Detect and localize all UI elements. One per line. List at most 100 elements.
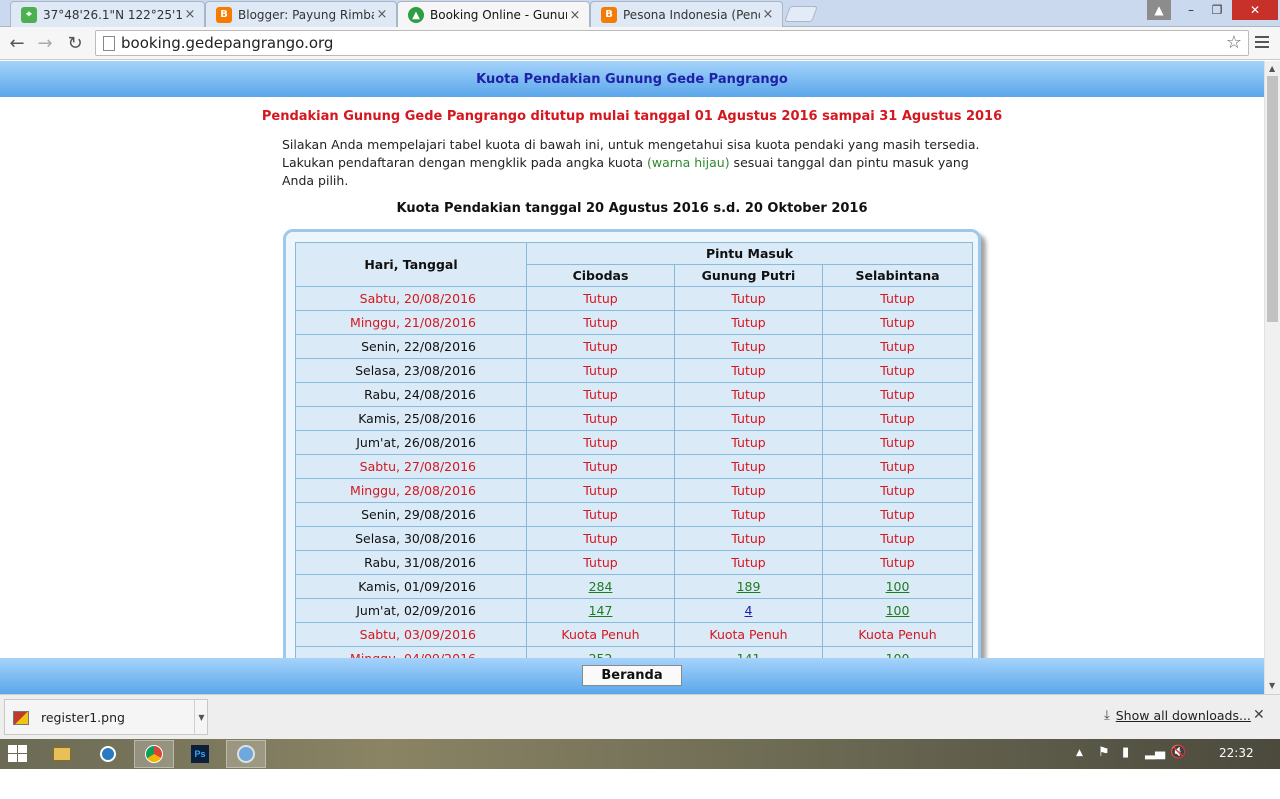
- photoshop-icon[interactable]: Ps: [180, 740, 220, 768]
- quota-cell: Tutup: [674, 382, 823, 407]
- quota-link[interactable]: 100: [886, 603, 910, 618]
- quota-cell: Kuota Penuh: [526, 622, 675, 647]
- quota-cell: Tutup: [674, 478, 823, 503]
- back-button[interactable]: ←: [4, 31, 30, 55]
- quota-cell: 284: [526, 574, 675, 599]
- screen-margin: [0, 769, 1280, 799]
- quota-cell: 100: [821, 598, 974, 623]
- chrome-icon[interactable]: [134, 740, 174, 768]
- windows-start-icon[interactable]: [8, 745, 28, 763]
- quota-cell: Kuota Penuh: [674, 622, 823, 647]
- stock-watcher-icon[interactable]: [88, 740, 128, 768]
- table-row: Kamis, 01/09/2016 284 189 100: [295, 574, 974, 599]
- quota-cell: Tutup: [674, 310, 823, 335]
- day-cell: Selasa, 30/08/2016: [295, 526, 527, 551]
- quota-cell: Tutup: [821, 286, 974, 311]
- closure-notice: Pendakian Gunung Gede Pangrango ditutup …: [261, 109, 1003, 124]
- scrollbar-thumb[interactable]: [1267, 76, 1278, 322]
- restore-button[interactable]: ❐: [1205, 0, 1229, 20]
- quota-cell: 147: [526, 598, 675, 623]
- day-cell: Kamis, 01/09/2016: [295, 574, 527, 599]
- close-download-bar-icon[interactable]: ✕: [1253, 707, 1265, 723]
- network-signal-icon[interactable]: ▂▄: [1145, 745, 1165, 760]
- table-row: Minggu, 28/08/2016 Tutup Tutup Tutup: [295, 478, 974, 503]
- table-row: Sabtu, 27/08/2016 Tutup Tutup Tutup: [295, 454, 974, 479]
- quota-table-container: Hari, Tanggal Pintu Masuk Cibodas Gunung…: [283, 229, 981, 694]
- close-icon[interactable]: ×: [567, 8, 583, 23]
- quota-link[interactable]: 284: [589, 579, 613, 594]
- tab-pesona[interactable]: B Pesona Indonesia (Pendak ×: [590, 1, 783, 27]
- network-tool-icon[interactable]: [226, 740, 266, 768]
- quota-cell: Tutup: [821, 526, 974, 551]
- intro-green-note: (warna hijau): [647, 155, 730, 170]
- quota-cell: Tutup: [821, 478, 974, 503]
- quota-cell: Tutup: [526, 526, 675, 551]
- taskbar-clock[interactable]: 22:32: [1219, 746, 1254, 760]
- gunung-icon: ▲: [408, 7, 424, 23]
- close-icon[interactable]: ×: [182, 7, 198, 22]
- table-row: Sabtu, 20/08/2016 Tutup Tutup Tutup: [295, 286, 974, 311]
- browser-toolbar: ← → ↻ booking.gedepangrango.org ☆: [0, 27, 1280, 60]
- column-header-cibodas: Cibodas: [526, 264, 675, 287]
- quota-link[interactable]: 189: [737, 579, 761, 594]
- close-icon[interactable]: ×: [374, 7, 390, 22]
- scroll-up-icon[interactable]: ▲: [1269, 64, 1275, 73]
- page-title: Kuota Pendakian Gunung Gede Pangrango: [476, 71, 788, 87]
- blogger-icon: B: [216, 6, 232, 23]
- day-cell: Sabtu, 20/08/2016: [295, 286, 527, 311]
- home-button[interactable]: Beranda: [582, 665, 682, 686]
- menu-icon[interactable]: [1255, 36, 1269, 51]
- address-bar[interactable]: booking.gedepangrango.org ☆: [95, 30, 1249, 56]
- quota-link[interactable]: 4: [745, 603, 753, 618]
- tab-title: Pesona Indonesia (Pendak: [623, 7, 760, 22]
- minimize-button[interactable]: –: [1180, 0, 1202, 20]
- quota-cell: Tutup: [674, 406, 823, 431]
- tray-expand-icon[interactable]: ▲: [1076, 748, 1083, 758]
- quota-cell: Tutup: [526, 406, 675, 431]
- reload-button[interactable]: ↻: [62, 31, 88, 55]
- day-cell: Rabu, 31/08/2016: [295, 550, 527, 575]
- window-close-button[interactable]: ✕: [1232, 0, 1278, 20]
- url-text[interactable]: booking.gedepangrango.org: [121, 34, 333, 52]
- quota-cell: Tutup: [821, 406, 974, 431]
- power-icon[interactable]: ▮: [1122, 745, 1129, 760]
- profile-icon[interactable]: ▲: [1147, 0, 1171, 20]
- chevron-down-icon[interactable]: ▼: [194, 700, 208, 734]
- download-icon: ⤓: [1104, 708, 1110, 723]
- download-filename[interactable]: register1.png: [41, 710, 125, 725]
- table-row: Jum'at, 02/09/2016 147 4 100: [295, 598, 974, 623]
- file-explorer-icon[interactable]: [42, 740, 82, 768]
- quota-cell: Tutup: [674, 550, 823, 575]
- tab-maps[interactable]: ⌖ 37°48'26.1"N 122°25'16.6 ×: [10, 1, 205, 27]
- quota-cell: Tutup: [821, 358, 974, 383]
- bookmark-star-icon[interactable]: ☆: [1226, 32, 1242, 53]
- forward-button[interactable]: →: [32, 31, 58, 55]
- download-bar: register1.png ▼ ⤓ Show all downloads... …: [0, 694, 1280, 739]
- show-all-downloads-link[interactable]: ⤓ Show all downloads...: [1104, 708, 1251, 723]
- table-row: Sabtu, 03/09/2016 Kuota Penuh Kuota Penuh K…: [295, 622, 974, 647]
- new-tab-button[interactable]: [784, 6, 818, 22]
- quota-cell: Tutup: [526, 430, 675, 455]
- quota-cell: Tutup: [526, 502, 675, 527]
- volume-muted-icon[interactable]: 🔇: [1170, 745, 1186, 760]
- scroll-down-icon[interactable]: ▼: [1269, 681, 1275, 690]
- quota-link[interactable]: 100: [886, 579, 910, 594]
- quota-cell: Tutup: [526, 478, 675, 503]
- quota-table: Hari, Tanggal Pintu Masuk Cibodas Gunung…: [295, 242, 974, 671]
- download-item[interactable]: register1.png ▼: [4, 699, 208, 735]
- quota-link[interactable]: 147: [589, 603, 613, 618]
- table-row: Selasa, 30/08/2016 Tutup Tutup Tutup: [295, 526, 974, 551]
- tab-blogger[interactable]: B Blogger: Payung Rimba - I ×: [205, 1, 397, 27]
- day-cell: Minggu, 28/08/2016: [295, 478, 527, 503]
- close-icon[interactable]: ×: [760, 7, 776, 22]
- quota-cell: 4: [674, 598, 823, 623]
- quota-cell: Tutup: [674, 526, 823, 551]
- page-scrollbar[interactable]: ▲ ▼: [1264, 61, 1280, 694]
- table-row: Rabu, 31/08/2016 Tutup Tutup Tutup: [295, 550, 974, 575]
- day-cell: Rabu, 24/08/2016: [295, 382, 527, 407]
- day-cell: Senin, 22/08/2016: [295, 334, 527, 359]
- show-all-downloads-label[interactable]: Show all downloads...: [1116, 708, 1251, 723]
- action-center-flag-icon[interactable]: ⚑: [1098, 745, 1110, 760]
- tab-title: Booking Online - Gunung: [430, 8, 567, 22]
- tab-booking[interactable]: ▲ Booking Online - Gunung ×: [397, 1, 590, 28]
